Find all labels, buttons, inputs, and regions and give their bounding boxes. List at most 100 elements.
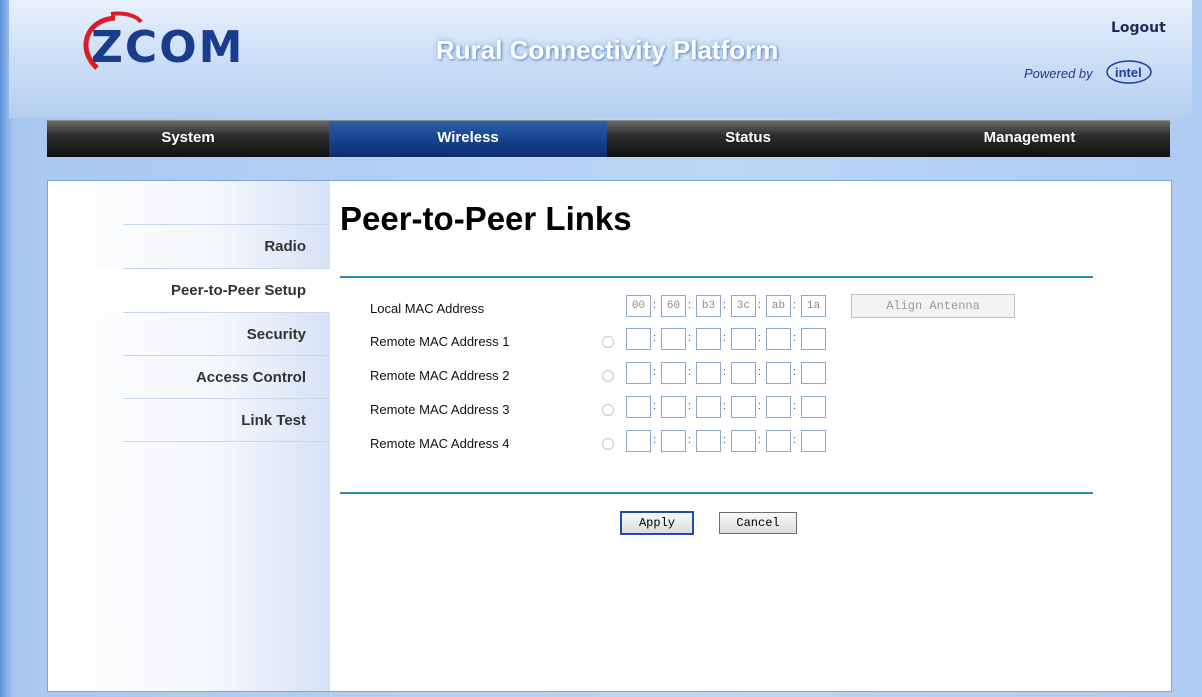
mac-separator: : [688, 366, 692, 378]
mac-separator: : [653, 366, 657, 378]
mac-separator: : [793, 366, 797, 378]
intel-logo-icon: intel [1106, 60, 1152, 84]
mac-separator: : [723, 434, 727, 446]
remote-mac-4-radio[interactable] [602, 438, 614, 450]
mac-separator: : [688, 434, 692, 446]
mac-separator: : [793, 434, 797, 446]
remote-mac-1-octet-2[interactable] [661, 328, 686, 350]
remote-mac-1-octet-1[interactable] [626, 328, 651, 350]
remote-mac-1-octet-4[interactable] [731, 328, 756, 350]
mac-separator: : [793, 299, 797, 311]
tab-label: Management [983, 129, 1076, 146]
remote-mac-4-label: Remote MAC Address 4 [370, 436, 510, 451]
cancel-button[interactable]: Cancel [719, 512, 797, 534]
mac-separator: : [688, 400, 692, 412]
mac-separator: : [723, 332, 727, 344]
remote-mac-4-octet-4[interactable] [731, 430, 756, 452]
local-mac-label: Local MAC Address [370, 301, 485, 316]
remote-mac-2-label: Remote MAC Address 2 [370, 368, 510, 383]
section-divider-bottom [340, 492, 1093, 494]
remote-mac-1-octet-5[interactable] [766, 328, 791, 350]
sidebar-divider [123, 224, 330, 225]
remote-mac-4-octet-2[interactable] [661, 430, 686, 452]
site-title-reflection: Rural Connectivity Platform [436, 48, 779, 63]
mac-separator: : [758, 299, 762, 311]
tab-label: System [161, 129, 215, 146]
remote-mac-2-octet-5[interactable] [766, 362, 791, 384]
tab-status[interactable]: Status [607, 121, 889, 157]
remote-mac-2-radio[interactable] [602, 370, 614, 382]
remote-mac-2-octet-3[interactable] [696, 362, 721, 384]
local-mac-octet-2: 60 [661, 295, 686, 317]
remote-mac-4-octet-3[interactable] [696, 430, 721, 452]
sidebar: Radio Peer-to-Peer Setup Security Access… [48, 181, 330, 691]
sidebar-item-link-test[interactable]: Link Test [241, 412, 306, 429]
remote-mac-2-octet-4[interactable] [731, 362, 756, 384]
tab-label: Wireless [437, 129, 499, 146]
sidebar-item-radio[interactable]: Radio [264, 238, 306, 255]
logo-text: ZCOM [91, 22, 245, 73]
sidebar-item-peer-to-peer-setup[interactable]: Peer-to-Peer Setup [171, 282, 306, 299]
remote-mac-3-label: Remote MAC Address 3 [370, 402, 510, 417]
remote-mac-3-radio[interactable] [602, 404, 614, 416]
remote-mac-2-octet-2[interactable] [661, 362, 686, 384]
sidebar-divider [123, 441, 330, 442]
mac-separator: : [653, 332, 657, 344]
remote-mac-4-octet-1[interactable] [626, 430, 651, 452]
remote-mac-3-octet-6[interactable] [801, 396, 826, 418]
remote-mac-3-octet-1[interactable] [626, 396, 651, 418]
sidebar-divider [123, 398, 330, 399]
local-mac-octet-5: ab [766, 295, 791, 317]
mac-separator: : [758, 400, 762, 412]
local-mac-octet-1: 00 [626, 295, 651, 317]
remote-mac-4-octet-6[interactable] [801, 430, 826, 452]
mac-separator: : [758, 332, 762, 344]
mac-separator: : [793, 332, 797, 344]
zcom-logo: ZCOM [75, 10, 255, 80]
remote-mac-2-octet-6[interactable] [801, 362, 826, 384]
mac-separator: : [723, 366, 727, 378]
mac-separator: : [653, 434, 657, 446]
page-title: Peer-to-Peer Links [340, 200, 632, 237]
tab-wireless[interactable]: Wireless [329, 121, 607, 157]
sidebar-item-access-control[interactable]: Access Control [196, 369, 306, 386]
main-navigation: System Wireless Status Management [47, 120, 1170, 157]
mac-separator: : [758, 366, 762, 378]
remote-mac-1-octet-3[interactable] [696, 328, 721, 350]
remote-mac-1-label: Remote MAC Address 1 [370, 334, 510, 349]
tab-system[interactable]: System [47, 121, 329, 157]
logout-link[interactable]: Logout [1111, 20, 1166, 36]
align-antenna-button[interactable]: Align Antenna [851, 294, 1015, 318]
powered-by-text: Powered by [1024, 66, 1093, 81]
sidebar-divider [123, 312, 330, 313]
sidebar-item-security[interactable]: Security [247, 326, 306, 343]
remote-mac-3-octet-2[interactable] [661, 396, 686, 418]
sidebar-divider [123, 355, 330, 356]
tab-label: Status [725, 129, 771, 146]
remote-mac-2-octet-1[interactable] [626, 362, 651, 384]
section-divider-top [340, 276, 1093, 278]
local-mac-octet-6: 1a [801, 295, 826, 317]
mac-separator: : [723, 299, 727, 311]
header: ZCOM Rural Connectivity Platform Rural C… [9, 0, 1192, 118]
intel-logo-text: intel [1115, 65, 1142, 80]
sidebar-divider [123, 268, 330, 269]
remote-mac-3-octet-5[interactable] [766, 396, 791, 418]
mac-separator: : [723, 400, 727, 412]
remote-mac-4-octet-5[interactable] [766, 430, 791, 452]
mac-separator: : [688, 299, 692, 311]
local-mac-octet-4: 3c [731, 295, 756, 317]
content-panel: Radio Peer-to-Peer Setup Security Access… [47, 180, 1172, 692]
mac-separator: : [653, 299, 657, 311]
remote-mac-3-octet-3[interactable] [696, 396, 721, 418]
mac-separator: : [653, 400, 657, 412]
mac-separator: : [793, 400, 797, 412]
remote-mac-1-octet-6[interactable] [801, 328, 826, 350]
tab-management[interactable]: Management [889, 121, 1170, 157]
mac-separator: : [688, 332, 692, 344]
apply-button[interactable]: Apply [620, 511, 694, 535]
local-mac-octet-3: b3 [696, 295, 721, 317]
remote-mac-3-octet-4[interactable] [731, 396, 756, 418]
remote-mac-1-radio[interactable] [602, 336, 614, 348]
mac-separator: : [758, 434, 762, 446]
